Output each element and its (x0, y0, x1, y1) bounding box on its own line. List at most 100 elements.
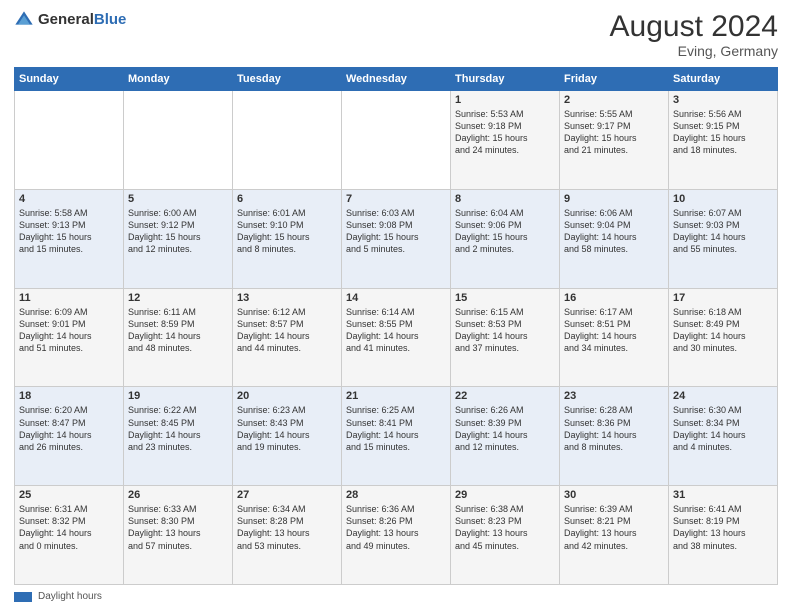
day-info: Sunrise: 6:41 AM Sunset: 8:19 PM Dayligh… (673, 503, 773, 552)
day-info: Sunrise: 6:31 AM Sunset: 8:32 PM Dayligh… (19, 503, 119, 552)
calendar-cell: 18 Sunrise: 6:20 AM Sunset: 8:47 PM Dayli… (15, 387, 124, 486)
day-info: Sunrise: 6:14 AM Sunset: 8:55 PM Dayligh… (346, 306, 446, 355)
day-number: 8 (455, 193, 555, 205)
day-number: 31 (673, 489, 773, 501)
day-info: Sunrise: 6:22 AM Sunset: 8:45 PM Dayligh… (128, 404, 228, 453)
day-info: Sunrise: 6:06 AM Sunset: 9:04 PM Dayligh… (564, 207, 664, 256)
day-number: 13 (237, 292, 337, 304)
day-number: 17 (673, 292, 773, 304)
day-header-tuesday: Tuesday (233, 68, 342, 91)
footer-label: Daylight hours (38, 591, 102, 602)
calendar-cell: 30 Sunrise: 6:39 AM Sunset: 8:21 PM Dayli… (560, 486, 669, 585)
week-row: 11Sunrise: 6:09 AM Sunset: 9:01 PM Dayli… (15, 288, 778, 387)
day-number: 9 (564, 193, 664, 205)
calendar-cell: 22Sunrise: 6:26 AM Sunset: 8:39 PM Dayli… (451, 387, 560, 486)
daylight-bar-icon (14, 592, 32, 602)
calendar-cell: 12 Sunrise: 6:11 AM Sunset: 8:59 PM Dayli… (124, 288, 233, 387)
calendar-cell: 27Sunrise: 6:34 AM Sunset: 8:28 PM Dayli… (233, 486, 342, 585)
day-number: 28 (346, 489, 446, 501)
day-header-monday: Monday (124, 68, 233, 91)
day-number: 11 (19, 292, 119, 304)
calendar-cell: 6 Sunrise: 6:01 AM Sunset: 9:10 PM Daylig… (233, 189, 342, 288)
day-number: 1 (455, 94, 555, 106)
day-header-sunday: Sunday (15, 68, 124, 91)
calendar-cell: 25Sunrise: 6:31 AM Sunset: 8:32 PM Dayli… (15, 486, 124, 585)
calendar-cell: 21 Sunrise: 6:25 AM Sunset: 8:41 PM Dayli… (342, 387, 451, 486)
week-row: 18 Sunrise: 6:20 AM Sunset: 8:47 PM Dayli… (15, 387, 778, 486)
footer: Daylight hours (14, 591, 778, 602)
day-info: Sunrise: 5:53 AM Sunset: 9:18 PM Dayligh… (455, 108, 555, 157)
calendar-cell: 16Sunrise: 6:17 AM Sunset: 8:51 PM Dayli… (560, 288, 669, 387)
week-row: 25Sunrise: 6:31 AM Sunset: 8:32 PM Dayli… (15, 486, 778, 585)
week-row: 1 Sunrise: 5:53 AM Sunset: 9:18 PM Daylig… (15, 91, 778, 190)
day-info: Sunrise: 6:11 AM Sunset: 8:59 PM Dayligh… (128, 306, 228, 355)
day-info: Sunrise: 6:25 AM Sunset: 8:41 PM Dayligh… (346, 404, 446, 453)
logo-general: General (38, 11, 94, 28)
day-info: Sunrise: 6:00 AM Sunset: 9:12 PM Dayligh… (128, 207, 228, 256)
day-header-thursday: Thursday (451, 68, 560, 91)
calendar-cell: 5 Sunrise: 6:00 AM Sunset: 9:12 PM Daylig… (124, 189, 233, 288)
calendar-cell: 29 Sunrise: 6:38 AM Sunset: 8:23 PM Dayli… (451, 486, 560, 585)
day-info: Sunrise: 6:23 AM Sunset: 8:43 PM Dayligh… (237, 404, 337, 453)
day-number: 5 (128, 193, 228, 205)
day-info: Sunrise: 5:55 AM Sunset: 9:17 PM Dayligh… (564, 108, 664, 157)
title-block: August 2024 Eving, Germany (610, 10, 778, 59)
day-info: Sunrise: 6:33 AM Sunset: 8:30 PM Dayligh… (128, 503, 228, 552)
calendar-cell: 28 Sunrise: 6:36 AM Sunset: 8:26 PM Dayli… (342, 486, 451, 585)
day-info: Sunrise: 6:30 AM Sunset: 8:34 PM Dayligh… (673, 404, 773, 453)
calendar-cell: 31 Sunrise: 6:41 AM Sunset: 8:19 PM Dayli… (669, 486, 778, 585)
header-row: SundayMondayTuesdayWednesdayThursdayFrid… (15, 68, 778, 91)
calendar-cell: 10Sunrise: 6:07 AM Sunset: 9:03 PM Dayli… (669, 189, 778, 288)
calendar-table: SundayMondayTuesdayWednesdayThursdayFrid… (14, 67, 778, 585)
day-info: Sunrise: 6:07 AM Sunset: 9:03 PM Dayligh… (673, 207, 773, 256)
day-number: 18 (19, 390, 119, 402)
day-info: Sunrise: 6:20 AM Sunset: 8:47 PM Dayligh… (19, 404, 119, 453)
day-number: 20 (237, 390, 337, 402)
calendar-cell: 8 Sunrise: 6:04 AM Sunset: 9:06 PM Daylig… (451, 189, 560, 288)
day-number: 29 (455, 489, 555, 501)
day-info: Sunrise: 5:58 AM Sunset: 9:13 PM Dayligh… (19, 207, 119, 256)
day-info: Sunrise: 6:38 AM Sunset: 8:23 PM Dayligh… (455, 503, 555, 552)
main-title: August 2024 (610, 10, 778, 43)
calendar-cell: 24Sunrise: 6:30 AM Sunset: 8:34 PM Dayli… (669, 387, 778, 486)
day-header-friday: Friday (560, 68, 669, 91)
day-info: Sunrise: 6:04 AM Sunset: 9:06 PM Dayligh… (455, 207, 555, 256)
calendar-cell: 13Sunrise: 6:12 AM Sunset: 8:57 PM Dayli… (233, 288, 342, 387)
calendar-cell (342, 91, 451, 190)
day-number: 6 (237, 193, 337, 205)
calendar-cell: 7 Sunrise: 6:03 AM Sunset: 9:08 PM Daylig… (342, 189, 451, 288)
day-number: 30 (564, 489, 664, 501)
day-number: 4 (19, 193, 119, 205)
day-info: Sunrise: 6:34 AM Sunset: 8:28 PM Dayligh… (237, 503, 337, 552)
day-number: 21 (346, 390, 446, 402)
day-header-saturday: Saturday (669, 68, 778, 91)
day-header-wednesday: Wednesday (342, 68, 451, 91)
subtitle: Eving, Germany (610, 43, 778, 59)
calendar-cell: 26Sunrise: 6:33 AM Sunset: 8:30 PM Dayli… (124, 486, 233, 585)
day-info: Sunrise: 6:36 AM Sunset: 8:26 PM Dayligh… (346, 503, 446, 552)
day-info: Sunrise: 6:17 AM Sunset: 8:51 PM Dayligh… (564, 306, 664, 355)
day-number: 3 (673, 94, 773, 106)
logo-icon (14, 10, 34, 30)
header: GeneralBlue August 2024 Eving, Germany (14, 10, 778, 59)
calendar-cell: 20 Sunrise: 6:23 AM Sunset: 8:43 PM Dayli… (233, 387, 342, 486)
day-info: Sunrise: 6:18 AM Sunset: 8:49 PM Dayligh… (673, 306, 773, 355)
calendar-cell: 15Sunrise: 6:15 AM Sunset: 8:53 PM Dayli… (451, 288, 560, 387)
day-number: 12 (128, 292, 228, 304)
calendar-cell (15, 91, 124, 190)
day-info: Sunrise: 6:39 AM Sunset: 8:21 PM Dayligh… (564, 503, 664, 552)
logo-text: GeneralBlue (38, 11, 126, 29)
calendar-cell: 17 Sunrise: 6:18 AM Sunset: 8:49 PM Dayli… (669, 288, 778, 387)
day-info: Sunrise: 6:03 AM Sunset: 9:08 PM Dayligh… (346, 207, 446, 256)
day-number: 22 (455, 390, 555, 402)
day-info: Sunrise: 6:01 AM Sunset: 9:10 PM Dayligh… (237, 207, 337, 256)
calendar-cell: 14Sunrise: 6:14 AM Sunset: 8:55 PM Dayli… (342, 288, 451, 387)
day-info: Sunrise: 5:56 AM Sunset: 9:15 PM Dayligh… (673, 108, 773, 157)
day-info: Sunrise: 6:28 AM Sunset: 8:36 PM Dayligh… (564, 404, 664, 453)
day-number: 15 (455, 292, 555, 304)
day-number: 7 (346, 193, 446, 205)
logo: GeneralBlue (14, 10, 126, 30)
calendar-cell (124, 91, 233, 190)
calendar-cell (233, 91, 342, 190)
calendar-cell: 3 Sunrise: 5:56 AM Sunset: 9:15 PM Daylig… (669, 91, 778, 190)
